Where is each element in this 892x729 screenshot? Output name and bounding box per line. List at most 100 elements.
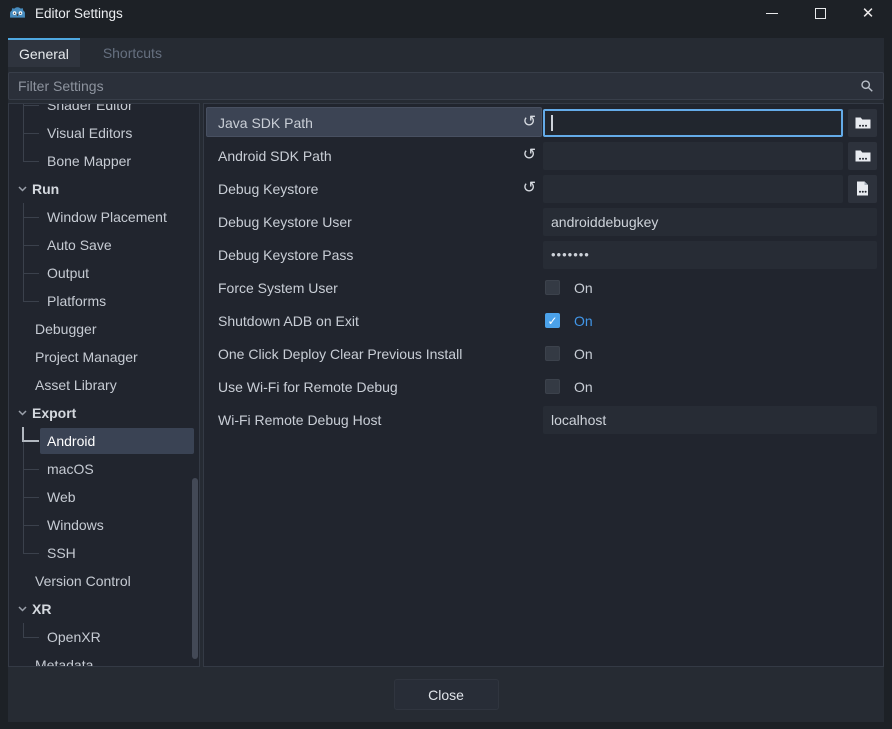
checkbox-unchecked[interactable] [545, 379, 560, 394]
sidebar-item-version-control[interactable]: Version Control [9, 567, 199, 595]
sidebar-item-auto-save[interactable]: Auto Save [9, 231, 199, 259]
tree-connector [23, 525, 24, 539]
titlebar: Editor Settings ✕ [0, 0, 892, 38]
password-input[interactable]: ••••••• [543, 241, 877, 269]
checkbox-unchecked[interactable] [545, 346, 560, 361]
chevron-down-icon[interactable] [18, 186, 27, 192]
sidebar-item-metadata[interactable]: Metadata [9, 651, 199, 667]
sidebar-item-web[interactable]: Web [9, 483, 199, 511]
setting-label: Java SDK Path [218, 115, 313, 131]
checkbox-state-label: On [574, 313, 593, 329]
sidebar-item-label: Visual Editors [47, 125, 132, 141]
setting-value-cell [543, 172, 883, 205]
sidebar-item-label: Debugger [35, 321, 97, 337]
setting-label-cell[interactable]: Debug Keystore User [204, 205, 543, 238]
browse-file-button[interactable] [848, 175, 877, 203]
close-window-button[interactable]: ✕ [844, 0, 892, 26]
sidebar-item-windows[interactable]: Windows [9, 511, 199, 539]
tree-connector [23, 301, 39, 302]
tree-connector [23, 203, 24, 217]
filter-settings-input[interactable]: Filter Settings [8, 72, 884, 100]
sidebar-item-label: Asset Library [35, 377, 117, 393]
setting-label-cell[interactable]: Shutdown ADB on Exit [204, 304, 543, 337]
checkbox-checked[interactable]: ✓ [545, 313, 560, 328]
sidebar-item-label: XR [32, 601, 51, 617]
minimize-button[interactable] [748, 0, 796, 26]
setting-label-cell[interactable]: Use Wi-Fi for Remote Debug [204, 370, 543, 403]
sidebar-item-debugger[interactable]: Debugger [9, 315, 199, 343]
sidebar-item-macos[interactable]: macOS [9, 455, 199, 483]
setting-label-cell[interactable]: Debug Keystore↺ [204, 172, 543, 205]
sidebar-item-label: Android [47, 433, 95, 449]
text-input[interactable] [543, 175, 843, 203]
checkbox-state-label: On [574, 280, 593, 296]
text-input[interactable] [543, 142, 843, 170]
tree-connector [22, 427, 24, 441]
setting-label-cell[interactable]: Force System User [204, 271, 543, 304]
revert-icon[interactable]: ↺ [523, 147, 536, 163]
dialog-footer: Close [8, 667, 884, 722]
text-input[interactable] [543, 109, 843, 137]
sidebar-item-xr[interactable]: XR [9, 595, 199, 623]
checkbox-unchecked[interactable] [545, 280, 560, 295]
sidebar-item-ssh[interactable]: SSH [9, 539, 199, 567]
tree-connector [23, 525, 39, 526]
close-button[interactable]: Close [394, 679, 499, 710]
tab-shortcuts[interactable]: Shortcuts [90, 38, 175, 67]
sidebar-item-label: Export [32, 405, 76, 421]
tab-general[interactable]: General [8, 38, 80, 67]
tree-connector [23, 455, 24, 469]
sidebar-item-label: Auto Save [47, 237, 112, 253]
tree-connector [23, 245, 24, 259]
sidebar-item-project-manager[interactable]: Project Manager [9, 343, 199, 371]
browse-folder-button[interactable] [848, 109, 877, 137]
setting-row-use-wi-fi-for-remote-debug: Use Wi-Fi for Remote Debug On [204, 370, 883, 403]
sidebar-item-bone-mapper[interactable]: Bone Mapper [9, 147, 199, 175]
sidebar-item-label: Window Placement [47, 209, 167, 225]
tree-connector [23, 483, 24, 497]
setting-value-cell: ••••••• [543, 238, 883, 271]
text-input[interactable]: localhost [543, 406, 877, 434]
chevron-down-icon[interactable] [18, 606, 27, 612]
sidebar-item-visual-editors[interactable]: Visual Editors [9, 119, 199, 147]
tree-connector [23, 133, 24, 147]
setting-row-java-sdk-path: Java SDK Path ↺ [204, 106, 883, 139]
maximize-button[interactable] [796, 0, 844, 26]
setting-label-cell[interactable]: Wi-Fi Remote Debug Host [204, 403, 543, 436]
chevron-down-icon[interactable] [18, 410, 27, 416]
tree-connector [23, 231, 24, 245]
setting-row-debug-keystore-pass: Debug Keystore Pass••••••• [204, 238, 883, 271]
tree-connector [23, 259, 24, 273]
godot-logo-icon [9, 5, 26, 22]
setting-label-cell[interactable]: One Click Deploy Clear Previous Install [204, 337, 543, 370]
text-input[interactable]: androiddebugkey [543, 208, 877, 236]
sidebar-item-label: Web [47, 489, 76, 505]
checkbox-state-label: On [574, 379, 593, 395]
sidebar-item-shader-editor[interactable]: Shader Editor [9, 103, 199, 119]
sidebar-item-export[interactable]: Export [9, 399, 199, 427]
browse-folder-button[interactable] [848, 142, 877, 170]
tree-scrollbar-thumb[interactable] [192, 478, 198, 659]
tree-connector [23, 497, 39, 498]
tree-connector [23, 553, 39, 554]
sidebar-item-android[interactable]: Android [9, 427, 199, 455]
sidebar-item-window-placement[interactable]: Window Placement [9, 203, 199, 231]
sidebar-item-run[interactable]: Run [9, 175, 199, 203]
sidebar-item-output[interactable]: Output [9, 259, 199, 287]
setting-row-one-click-deploy-clear-previous-install: One Click Deploy Clear Previous InstallO… [204, 337, 883, 370]
sidebar-item-label: Project Manager [35, 349, 138, 365]
setting-label-cell[interactable]: Debug Keystore Pass [204, 238, 543, 271]
tree-connector [23, 469, 24, 483]
tree-connector [22, 440, 39, 442]
sidebar-item-label: Output [47, 265, 89, 281]
tree-connector [23, 287, 24, 301]
revert-icon[interactable]: ↺ [523, 180, 536, 196]
sidebar-item-platforms[interactable]: Platforms [9, 287, 199, 315]
setting-value-cell: On [543, 370, 883, 403]
sidebar-item-label: Bone Mapper [47, 153, 131, 169]
setting-label-cell[interactable]: Android SDK Path↺ [204, 139, 543, 172]
setting-label-cell[interactable]: Java SDK Path ↺ [204, 106, 543, 139]
sidebar-item-asset-library[interactable]: Asset Library [9, 371, 199, 399]
revert-icon[interactable]: ↺ [523, 114, 536, 130]
sidebar-item-openxr[interactable]: OpenXR [9, 623, 199, 651]
